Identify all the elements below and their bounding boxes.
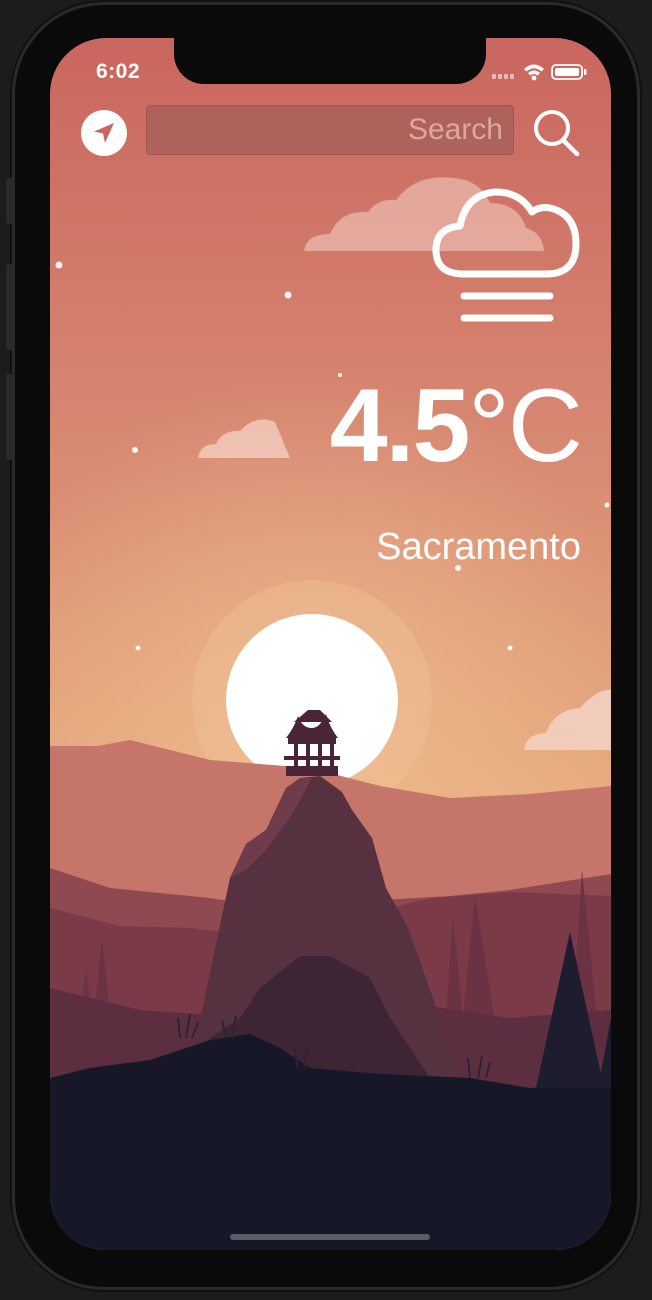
temperature-display: 4.5°C <box>330 374 583 478</box>
temperature-value: 4.5 <box>329 368 471 484</box>
magnifier-icon <box>534 110 580 157</box>
fog-cloud-icon <box>432 188 580 322</box>
home-indicator <box>230 1234 430 1240</box>
side-button-volume-down <box>6 374 14 460</box>
side-button-mute <box>6 178 14 224</box>
status-icons <box>492 64 587 81</box>
current-location-button[interactable] <box>81 110 127 156</box>
search-field[interactable] <box>146 105 514 155</box>
side-button-volume-up <box>6 264 14 350</box>
location-arrow-icon <box>94 123 114 143</box>
status-time: 6:02 <box>96 60 141 83</box>
search-button[interactable] <box>532 106 580 158</box>
battery-icon <box>551 64 587 80</box>
cellular-signal-icon <box>492 74 514 79</box>
search-input[interactable] <box>147 106 513 154</box>
app-screen: 6:02 Search 4.5°C Sacramento <box>50 38 611 1250</box>
temperature-unit: °C <box>468 368 583 484</box>
device-notch <box>174 38 486 84</box>
wifi-icon <box>524 64 544 81</box>
sun <box>226 614 398 786</box>
city-name: Sacramento <box>376 526 581 568</box>
